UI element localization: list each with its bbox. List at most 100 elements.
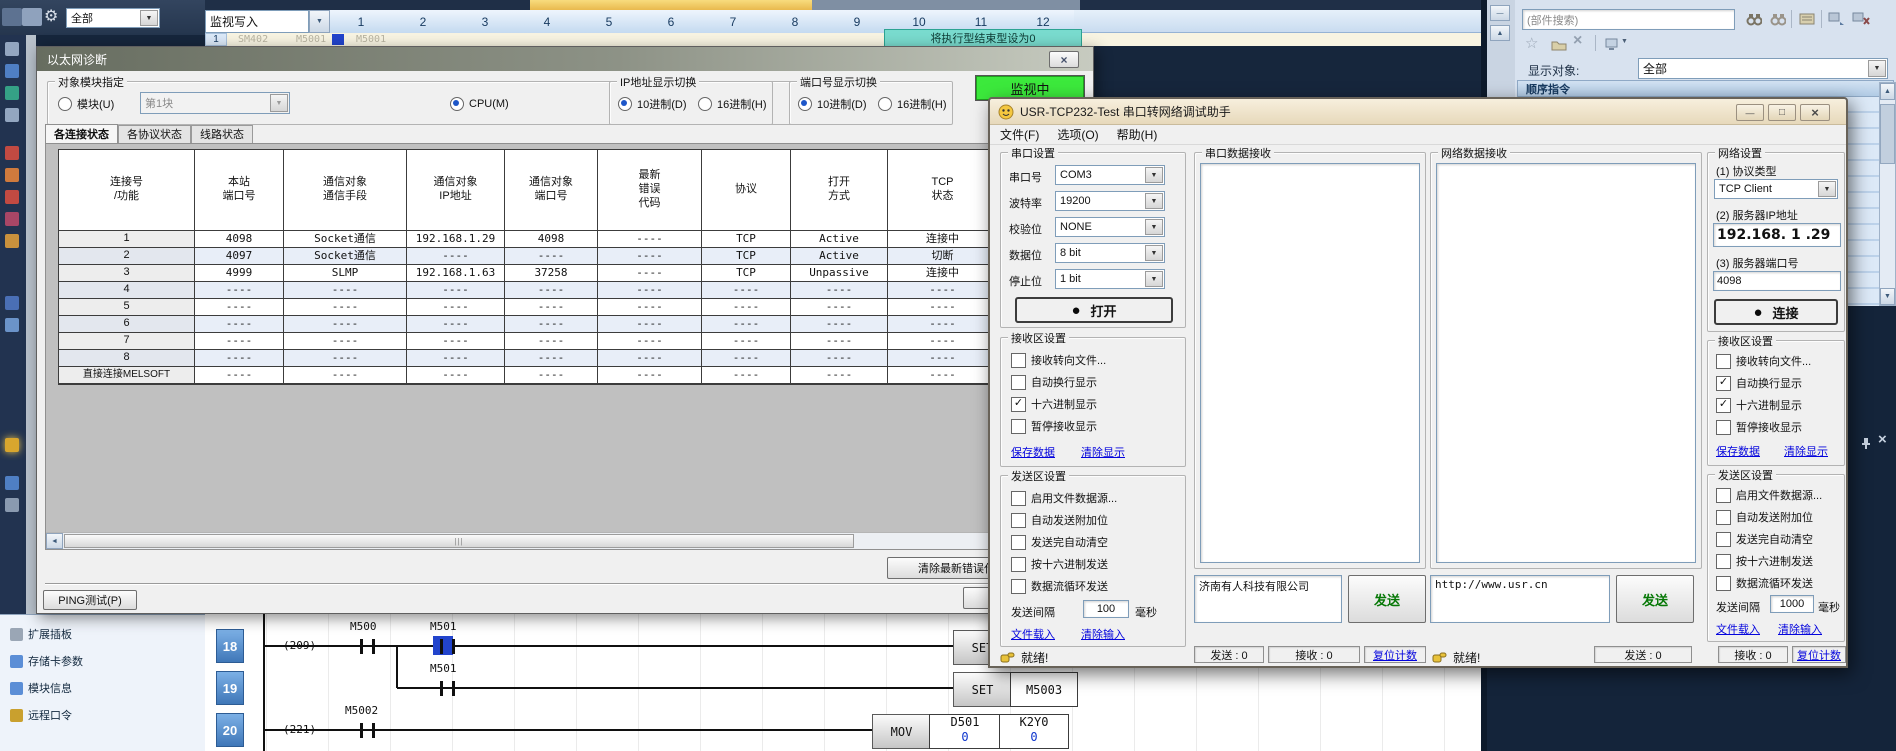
data-bits-dropdown[interactable]: 8 bit ▼ — [1055, 243, 1165, 263]
tree-item-remote-password[interactable]: 远程口令 — [10, 706, 72, 724]
auto-append-checkbox[interactable] — [1011, 513, 1026, 528]
device-icon-2[interactable] — [5, 168, 19, 182]
device-comment-icon[interactable] — [1797, 10, 1817, 28]
display-filter-icon[interactable] — [1603, 35, 1623, 53]
usr-titlebar[interactable]: USR-TCP232-Test 串口转网络调试助手 — [990, 99, 1846, 125]
loop-send-checkbox[interactable] — [1716, 576, 1731, 591]
contact[interactable] — [440, 681, 443, 696]
contact[interactable] — [360, 723, 363, 738]
alert-icon[interactable] — [5, 438, 19, 452]
contact[interactable] — [372, 639, 375, 654]
serial-send-button[interactable]: 发送 — [1348, 575, 1426, 623]
chevron-down-icon[interactable]: ▼ — [1145, 219, 1163, 235]
device-icon-5[interactable] — [5, 234, 19, 248]
instruction-block[interactable]: MOV — [872, 714, 931, 749]
output-panel-icon[interactable] — [5, 498, 19, 512]
panel-vscroll[interactable]: ▲ ▼ — [1879, 82, 1896, 306]
server-ip-input[interactable]: 192.168. 1 .29 — [1713, 223, 1841, 247]
send-interval-input[interactable]: 1000 — [1770, 595, 1814, 613]
split-box[interactable]: — — [1490, 5, 1510, 21]
clear-display-link[interactable]: 清除显示 — [1784, 443, 1828, 459]
favorite-star-icon[interactable]: ☆ — [1525, 34, 1538, 52]
watch-icon-1[interactable] — [5, 296, 19, 310]
search-input[interactable]: (部件搜索) — [1522, 9, 1735, 30]
find-panel-icon[interactable] — [5, 476, 19, 490]
project-icon[interactable] — [5, 42, 19, 56]
monitor-write-dropdown-button[interactable]: ▼ — [309, 10, 330, 33]
stop-bits-dropdown[interactable]: 1 bit ▼ — [1055, 269, 1165, 289]
pause-recv-checkbox[interactable] — [1011, 419, 1026, 434]
mdi-tab-inactive[interactable] — [812, 0, 1080, 10]
device-icon-4[interactable] — [5, 212, 19, 226]
file-data-source-checkbox[interactable] — [1011, 491, 1026, 506]
dialog-close-button[interactable]: × — [1049, 51, 1079, 68]
auto-hide-pin-icon[interactable] — [1856, 434, 1876, 452]
library-icon[interactable] — [5, 108, 19, 122]
display-target-dropdown[interactable]: 全部 ▼ — [1638, 58, 1888, 79]
chevron-down-icon[interactable]: ▼ — [1818, 181, 1836, 197]
server-port-input[interactable]: 4098 — [1713, 271, 1841, 291]
clear-input-link[interactable]: 清除输入 — [1081, 626, 1125, 642]
instruction-block[interactable]: SET — [953, 672, 1012, 707]
section-header-sequence[interactable]: 顺序指令 — [1517, 80, 1894, 97]
load-file-link[interactable]: 文件载入 — [1716, 621, 1760, 637]
operand-box[interactable]: K2Y0 0 — [999, 714, 1069, 749]
network-send-input[interactable]: http://www.usr.cn — [1430, 575, 1610, 623]
editor-vscroll[interactable]: — ▲ — [1487, 0, 1515, 97]
auto-wrap-checkbox[interactable]: ✓ — [1716, 376, 1731, 391]
port-hex-radio[interactable] — [878, 97, 892, 111]
module-icon[interactable] — [5, 64, 19, 78]
serial-send-input[interactable]: 济南有人科技有限公司 — [1194, 575, 1342, 623]
chevron-down-icon[interactable]: ▼ — [1621, 38, 1628, 45]
hex-display-checkbox[interactable]: ✓ — [1011, 397, 1026, 412]
recv-to-file-checkbox[interactable] — [1716, 354, 1731, 369]
serial-receive-area[interactable] — [1200, 163, 1420, 563]
operand-box[interactable]: D501 0 — [929, 714, 1001, 749]
contact[interactable] — [440, 639, 443, 654]
device-icon-1[interactable] — [5, 146, 19, 160]
delete-icon[interactable]: × — [1573, 32, 1582, 50]
chevron-down-icon[interactable]: ▼ — [1145, 245, 1163, 261]
connect-button[interactable]: ● 连接 — [1714, 299, 1838, 325]
contact[interactable] — [452, 639, 455, 654]
usr-close-button[interactable]: × — [1800, 104, 1830, 121]
cpu-radio[interactable] — [450, 97, 464, 111]
pause-recv-checkbox[interactable] — [1716, 420, 1731, 435]
scroll-down-button[interactable]: ▼ — [1880, 288, 1895, 305]
table-hscroll[interactable]: ◄ ||| ► — [46, 532, 1086, 549]
tree-item-expansion-board[interactable]: 扩展插板 — [10, 625, 72, 643]
clear-display-link[interactable]: 清除显示 — [1081, 444, 1125, 460]
com-port-dropdown[interactable]: COM3 ▼ — [1055, 165, 1165, 185]
recv-to-file-checkbox[interactable] — [1011, 353, 1026, 368]
contact[interactable] — [372, 723, 375, 738]
load-file-link[interactable]: 文件载入 — [1011, 626, 1055, 642]
contact[interactable] — [360, 639, 363, 654]
parity-dropdown[interactable]: NONE ▼ — [1055, 217, 1165, 237]
device-icon-3[interactable] — [5, 190, 19, 204]
scope-dropdown[interactable]: 全部 ▼ — [66, 8, 160, 28]
operand-box[interactable]: M5003 — [1010, 672, 1078, 707]
find-next-icon[interactable] — [1744, 10, 1764, 28]
gear-icon[interactable]: ⚙ — [44, 6, 58, 26]
watch-icon-2[interactable] — [5, 318, 19, 332]
chevron-down-icon[interactable]: ▼ — [1868, 60, 1886, 77]
chevron-down-icon[interactable]: ▼ — [1145, 271, 1163, 287]
usr-minimize-button[interactable]: — — [1736, 104, 1764, 121]
tree-item-module-info[interactable]: 模块信息 — [10, 679, 72, 697]
scroll-thumb[interactable]: ||| — [64, 534, 854, 548]
ping-test-button[interactable]: PING测试(P) — [43, 590, 137, 610]
scroll-up-button[interactable]: ▲ — [1490, 25, 1510, 41]
chevron-down-icon[interactable]: ▼ — [1145, 193, 1163, 209]
network-send-button[interactable]: 发送 — [1616, 575, 1694, 623]
menu-options[interactable]: 选项(O) — [1057, 126, 1098, 143]
file-data-source-checkbox[interactable] — [1716, 488, 1731, 503]
send-as-hex-checkbox[interactable] — [1011, 557, 1026, 572]
save-data-link[interactable]: 保存数据 — [1011, 444, 1055, 460]
auto-append-checkbox[interactable] — [1716, 510, 1731, 525]
panel-close-icon[interactable]: × — [1878, 431, 1887, 448]
scroll-thumb[interactable] — [1880, 104, 1895, 164]
clear-input-link[interactable]: 清除输入 — [1778, 621, 1822, 637]
contact[interactable] — [452, 681, 455, 696]
layout-icon[interactable] — [2, 8, 22, 26]
send-interval-input[interactable]: 100 — [1083, 600, 1129, 618]
